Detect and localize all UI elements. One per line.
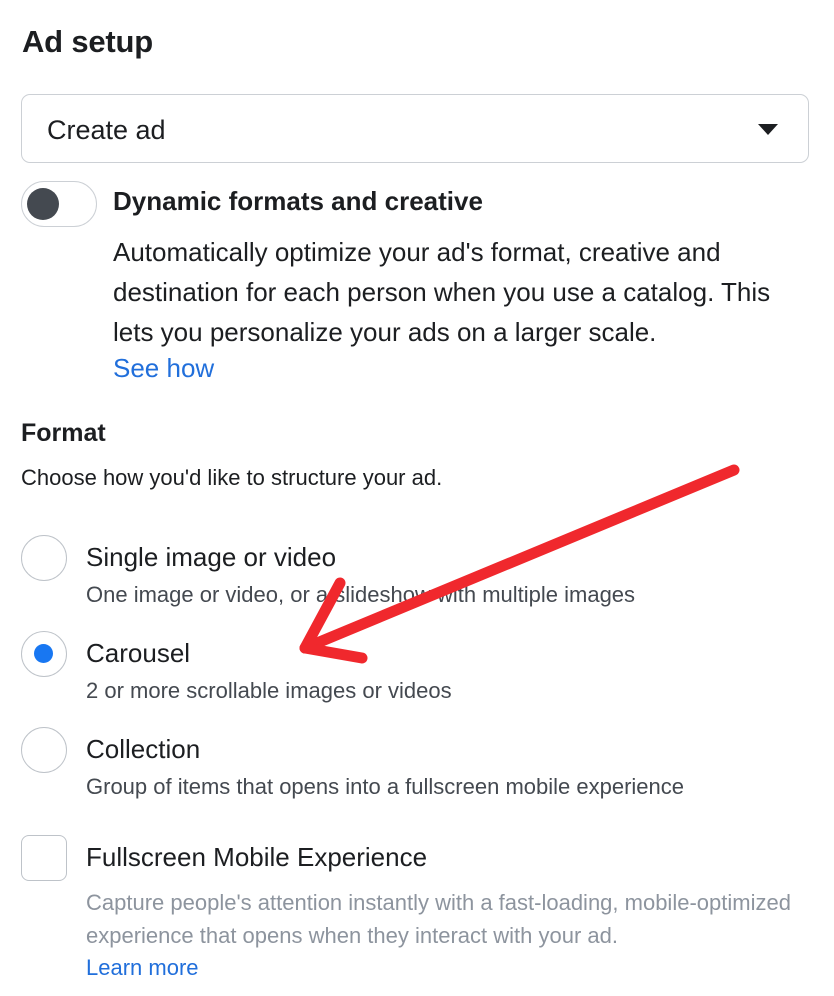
- dynamic-formats-title: Dynamic formats and creative: [113, 186, 483, 216]
- dynamic-formats-toggle[interactable]: [21, 181, 97, 227]
- format-subtitle: Choose how you'd like to structure your …: [21, 465, 443, 490]
- dynamic-formats-description: Automatically optimize your ad's format,…: [113, 237, 771, 347]
- create-ad-select[interactable]: Create ad: [21, 94, 809, 163]
- fullscreen-mobile-experience-label: Fullscreen Mobile Experience: [86, 842, 428, 872]
- learn-more-link[interactable]: Learn more: [86, 955, 199, 981]
- radio-carousel[interactable]: [21, 631, 67, 677]
- format-title: Format: [21, 419, 106, 447]
- option-label-single-image-or-video: Single image or video: [86, 542, 337, 572]
- option-label-carousel: Carousel: [86, 638, 191, 668]
- caret-down-icon: [758, 124, 778, 135]
- option-desc-collection: Group of items that opens into a fullscr…: [86, 774, 684, 799]
- fullscreen-mobile-experience-description: Capture people's attention instantly wit…: [86, 890, 791, 948]
- radio-collection[interactable]: [21, 727, 67, 773]
- ad-setup-title: Ad setup: [22, 24, 154, 59]
- toggle-knob: [27, 188, 59, 220]
- radio-single-image-or-video[interactable]: [21, 535, 67, 581]
- option-label-collection: Collection: [86, 734, 201, 764]
- create-ad-select-value: Create ad: [47, 115, 166, 145]
- option-desc-carousel: 2 or more scrollable images or videos: [86, 678, 452, 703]
- option-desc-single-image-or-video: One image or video, or a slideshow with …: [86, 582, 636, 607]
- arrow-icon: [299, 464, 740, 664]
- fullscreen-mobile-experience-checkbox[interactable]: [21, 835, 67, 881]
- radio-selected-dot: [34, 644, 53, 663]
- see-how-link[interactable]: See how: [113, 353, 214, 384]
